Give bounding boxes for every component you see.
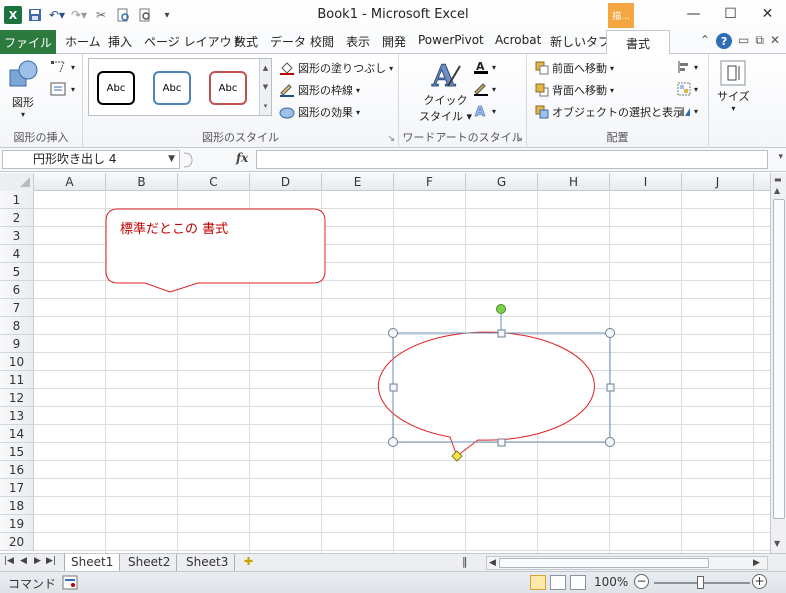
last-sheet-icon[interactable]: ▶|	[46, 556, 56, 566]
next-sheet-icon[interactable]: ▶	[34, 556, 41, 566]
sheet-tab[interactable]: Sheet1	[64, 554, 121, 571]
rotation-handle[interactable]	[496, 304, 506, 314]
status-mode: コマンド	[8, 577, 57, 591]
split-box-icon[interactable]: ▬	[774, 175, 782, 184]
insert-worksheet-icon[interactable]: ✚	[244, 555, 253, 568]
vertical-scroll-thumb[interactable]	[773, 199, 785, 519]
callout-text[interactable]: 標準だとこの 書式	[120, 218, 228, 237]
page-break-preview-icon[interactable]	[570, 575, 586, 590]
sheet-tab-bar: |◀ ◀ ▶ ▶| Sheet1 Sheet2 Sheet3 ✚ ‖ ◀ ▶	[0, 553, 786, 571]
normal-view-icon[interactable]	[530, 575, 546, 590]
zoom-in-icon[interactable]: +	[752, 574, 767, 589]
macro-record-icon[interactable]	[62, 575, 78, 593]
status-bar: コマンド 100% − +	[0, 571, 786, 593]
horizontal-scroll-thumb[interactable]	[499, 558, 709, 568]
vertical-scrollbar[interactable]: ▬ ▲ ▼	[770, 173, 786, 553]
page-layout-view-icon[interactable]	[550, 575, 566, 590]
oval-callout[interactable]	[378, 331, 595, 457]
scroll-left-icon[interactable]: ◀	[489, 558, 496, 568]
sheet-tab[interactable]: Sheet3	[180, 554, 236, 571]
resize-handle-tl[interactable]	[388, 328, 398, 338]
resize-handle-tr[interactable]	[605, 328, 615, 338]
resize-handle-left[interactable]	[389, 383, 398, 392]
scroll-right-icon[interactable]: ▶	[753, 558, 760, 568]
horizontal-scrollbar[interactable]: ◀ ▶	[486, 556, 768, 570]
scroll-down-icon[interactable]: ▼	[774, 539, 780, 548]
zoom-level[interactable]: 100%	[594, 575, 628, 589]
resize-handle-right[interactable]	[606, 383, 615, 392]
first-sheet-icon[interactable]: |◀	[4, 556, 14, 566]
resize-handle-br[interactable]	[605, 437, 615, 447]
prev-sheet-icon[interactable]: ◀	[20, 556, 27, 566]
resize-handle-bottom[interactable]	[497, 438, 506, 447]
sheet-tab[interactable]: Sheet2	[122, 554, 178, 571]
resize-handle-bl[interactable]	[388, 437, 398, 447]
zoom-slider-thumb[interactable]	[697, 576, 704, 589]
zoom-out-icon[interactable]: −	[634, 574, 649, 589]
scroll-up-icon[interactable]: ▲	[774, 186, 780, 195]
shapes-layer	[105, 208, 615, 462]
tab-split-icon[interactable]: ‖	[462, 555, 468, 568]
resize-handle-top[interactable]	[497, 329, 506, 338]
